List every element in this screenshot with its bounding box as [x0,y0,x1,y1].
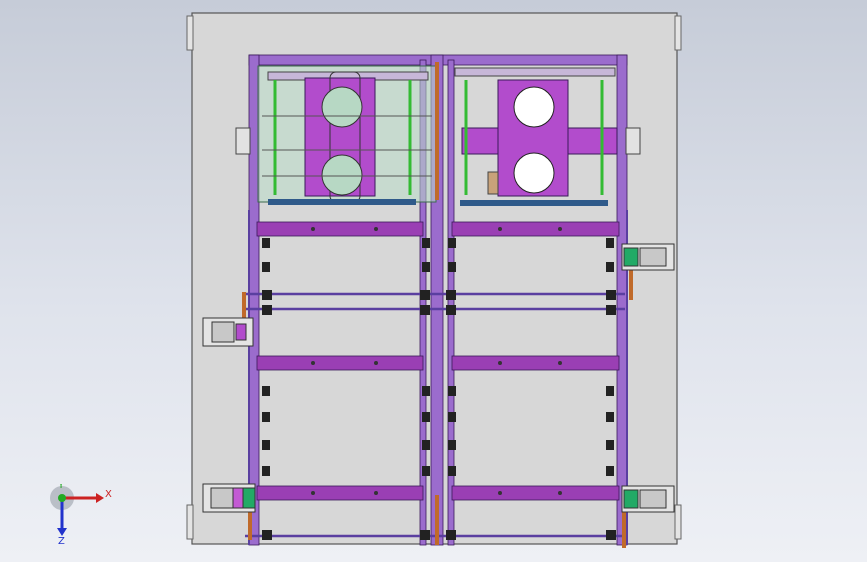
z-axis-arrowhead [57,528,67,536]
cad-viewport[interactable] [0,0,867,562]
x-axis-arrowhead [96,493,104,503]
panel-tab [186,504,194,540]
side-bracket [625,127,641,155]
axis-triad: X Y Z [50,484,112,544]
panel-tab [674,15,682,51]
y-axis-label: Y [57,484,65,491]
z-axis-label: Z [58,536,65,544]
motor-left-mid [202,317,254,347]
panel-tab [674,504,682,540]
side-bracket [235,127,251,155]
motor-right-top [621,243,675,271]
motor-left-bottom [202,483,256,513]
x-axis-label: X [105,489,112,500]
panel-tab [186,15,194,51]
top-left-assembly [257,65,437,205]
motor-right-bottom [621,485,675,513]
y-axis-dot [58,494,66,502]
